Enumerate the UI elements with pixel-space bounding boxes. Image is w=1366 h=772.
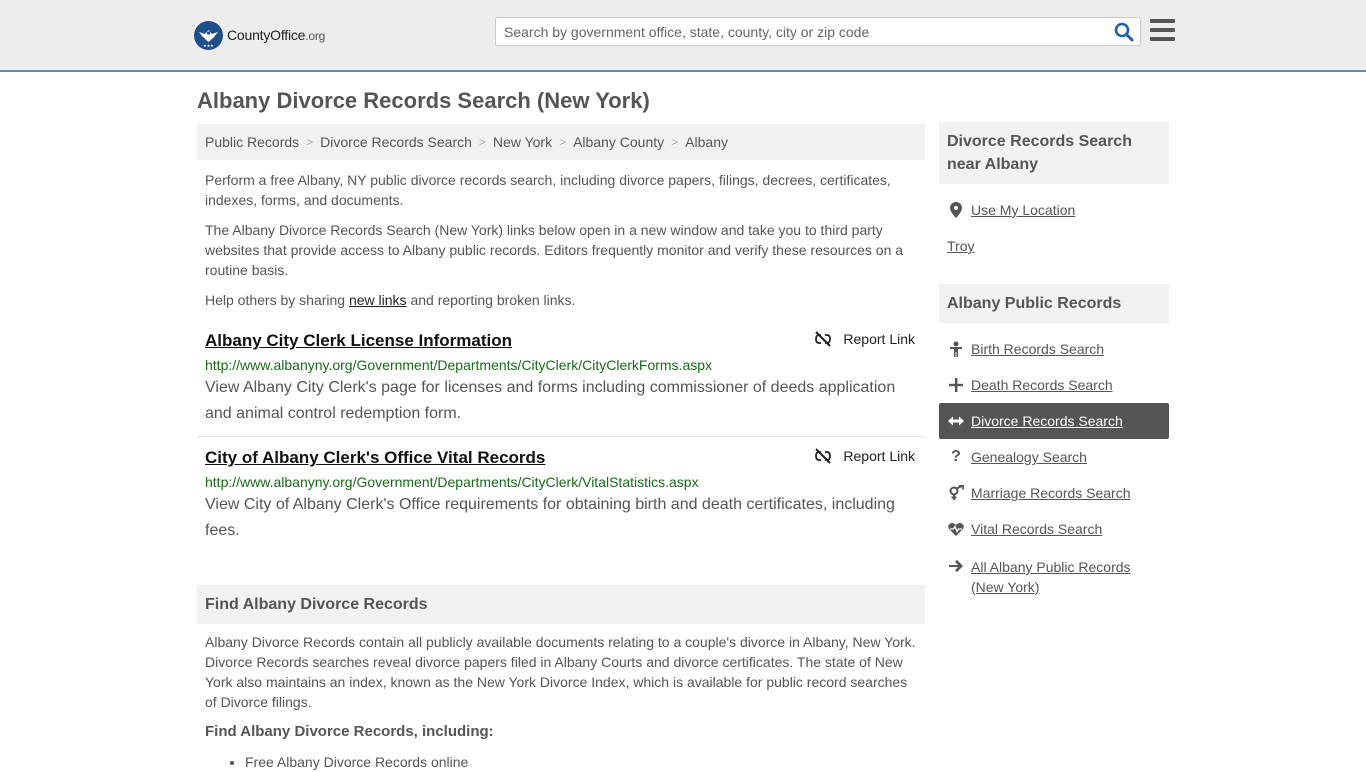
report-link-label: Report Link xyxy=(843,331,915,347)
result-description: View City of Albany Clerk's Office requi… xyxy=(205,496,895,539)
breadcrumb-divorce-records[interactable]: Divorce Records Search xyxy=(320,134,472,150)
breadcrumb-state[interactable]: New York xyxy=(493,134,552,150)
chevron-right-icon: > xyxy=(671,135,679,149)
search-bar xyxy=(495,17,1141,46)
intro-paragraph: Perform a free Albany, NY public divorce… xyxy=(205,172,891,208)
search-input[interactable] xyxy=(496,18,1106,45)
chevron-right-icon: > xyxy=(559,135,567,149)
list-item: Free Albany Divorce Records online xyxy=(245,752,468,772)
arrow-right-icon xyxy=(947,558,965,574)
result-item: City of Albany Clerk's Office Vital Reco… xyxy=(197,447,925,544)
result-url[interactable]: http://www.albanyny.org/Government/Depar… xyxy=(205,356,917,374)
result-description: View Albany City Clerk's page for licens… xyxy=(205,379,896,422)
sidebar-item-divorce-records[interactable]: Divorce Records Search xyxy=(939,403,1169,439)
chevron-right-icon: > xyxy=(478,135,486,149)
logo-text: CountyOffice.org xyxy=(227,27,326,43)
sidebar-item-vital-records[interactable]: Vital Records Search xyxy=(939,511,1169,547)
gender-icon xyxy=(947,485,965,501)
breadcrumb: Public Records > Divorce Records Search … xyxy=(197,124,925,160)
sidebar-near-heading: Divorce Records Search near Albany xyxy=(939,122,1169,184)
page-title: Albany Divorce Records Search (New York) xyxy=(197,88,650,113)
new-links-link[interactable]: new links xyxy=(349,292,407,308)
use-my-location-link[interactable]: Use My Location xyxy=(939,192,1169,228)
svg-text:★★★: ★★★ xyxy=(203,43,214,48)
result-title-link[interactable]: Albany City Clerk License Information xyxy=(205,330,917,352)
map-pin-icon xyxy=(947,202,965,218)
arrows-icon xyxy=(947,413,965,429)
hamburger-menu-icon[interactable] xyxy=(1150,19,1175,41)
find-bullet-list: Free Albany Divorce Records online xyxy=(245,752,468,772)
breadcrumb-public-records[interactable]: Public Records xyxy=(205,134,299,150)
site-logo[interactable]: ★★★ CountyOffice.org xyxy=(194,20,325,50)
find-section-heading: Find Albany Divorce Records xyxy=(197,585,925,624)
share-paragraph: Help others by sharing new links and rep… xyxy=(205,292,576,308)
sidebar-item-marriage-records[interactable]: Marriage Records Search xyxy=(939,475,1169,511)
baby-icon xyxy=(947,341,965,357)
breadcrumb-county[interactable]: Albany County xyxy=(573,134,664,150)
sidebar-item-birth-records[interactable]: Birth Records Search xyxy=(939,331,1169,367)
broken-link-icon xyxy=(815,331,832,347)
report-link-label: Report Link xyxy=(843,448,915,464)
sidebar-public-records-heading: Albany Public Records xyxy=(939,284,1169,323)
search-icon[interactable] xyxy=(1114,22,1134,42)
site-header: ★★★ CountyOffice.org xyxy=(0,0,1366,72)
report-link-button[interactable]: Report Link xyxy=(815,448,915,464)
breadcrumb-city[interactable]: Albany xyxy=(685,134,728,150)
eagle-logo-icon: ★★★ xyxy=(194,20,223,50)
question-icon: ? xyxy=(951,448,961,465)
result-divider xyxy=(197,436,925,437)
result-item: Albany City Clerk License Information ht… xyxy=(197,330,925,427)
heartbeat-icon xyxy=(947,521,965,537)
disclaimer-paragraph: The Albany Divorce Records Search (New Y… xyxy=(205,222,904,278)
find-section-subheading: Find Albany Divorce Records, including: xyxy=(205,723,494,740)
nearby-city-link[interactable]: Troy xyxy=(947,238,974,254)
result-title-link[interactable]: City of Albany Clerk's Office Vital Reco… xyxy=(205,447,917,469)
sidebar-item-all-public-records[interactable]: All Albany Public Records (New York) xyxy=(939,555,1169,595)
find-section-body: Albany Divorce Records contain all publi… xyxy=(205,634,916,710)
result-url[interactable]: http://www.albanyny.org/Government/Depar… xyxy=(205,473,917,491)
broken-link-icon xyxy=(815,448,832,464)
sidebar-item-death-records[interactable]: Death Records Search xyxy=(939,367,1169,403)
cross-icon xyxy=(947,377,965,393)
sidebar-item-genealogy[interactable]: ? Genealogy Search xyxy=(939,439,1169,475)
chevron-right-icon: > xyxy=(306,135,314,149)
report-link-button[interactable]: Report Link xyxy=(815,331,915,347)
